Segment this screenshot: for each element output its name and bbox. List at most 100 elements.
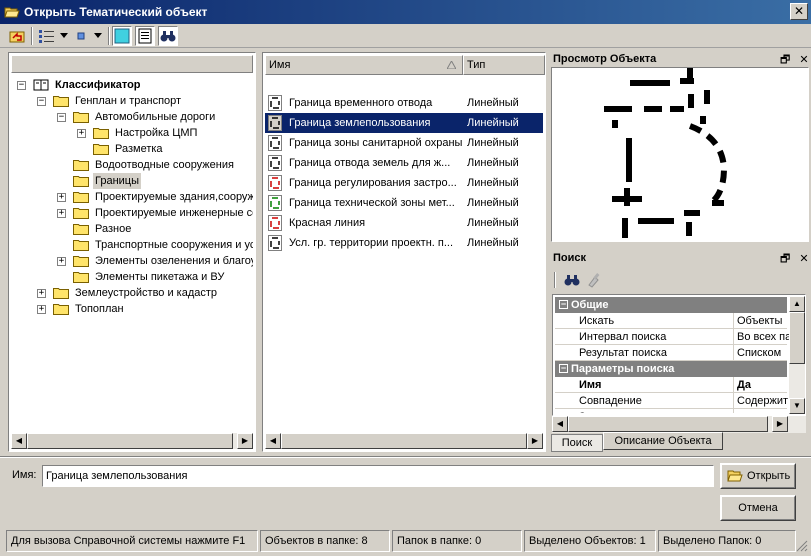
- property-category[interactable]: − Общие: [555, 297, 787, 313]
- description-icon: [138, 28, 152, 44]
- tree-item[interactable]: − Автомобильные дороги: [11, 109, 253, 125]
- open-button[interactable]: Открыть: [720, 463, 796, 489]
- list-item[interactable]: Красная линия Линейный: [265, 213, 543, 233]
- grid-vertical-scrollbar[interactable]: ▲ ▼: [789, 296, 805, 414]
- collapse-icon[interactable]: −: [37, 97, 46, 106]
- scroll-left-button[interactable]: ◀: [552, 416, 568, 432]
- clear-search-icon[interactable]: [586, 272, 602, 288]
- tree-item[interactable]: + Землеустройство и кадастр: [11, 285, 253, 301]
- list-item[interactable]: Граница регулирования застро... Линейный: [265, 173, 543, 193]
- expand-icon[interactable]: +: [37, 305, 46, 314]
- folder-icon: [53, 288, 69, 299]
- tree-item[interactable]: + Топоплан: [11, 301, 253, 317]
- property-key: Значение: [579, 409, 628, 413]
- tree-item[interactable]: + Проектируемые здания,сооруж: [11, 189, 253, 205]
- tree-item-label: Разное: [95, 223, 132, 235]
- tab-search[interactable]: Поиск: [551, 434, 603, 452]
- list-item[interactable]: Граница отвода земель для ж... Линейный: [265, 153, 543, 173]
- sort-ascending-icon: [447, 61, 456, 69]
- tree-item[interactable]: + Проектируемые инженерные се: [11, 205, 253, 221]
- tree-item[interactable]: − Классификатор: [11, 77, 253, 93]
- list-item[interactable]: Граница временного отвода Линейный: [265, 93, 543, 113]
- find-icon[interactable]: [564, 273, 580, 287]
- property-category-label: Параметры поиска: [571, 363, 675, 375]
- list-item[interactable]: Усл. гр. территории проектн. п... Линейны…: [265, 233, 543, 253]
- name-input[interactable]: [42, 465, 714, 487]
- list-item-name: Граница отвода земель для ж...: [289, 157, 451, 169]
- scroll-right-button[interactable]: ▶: [237, 433, 253, 449]
- tree-item[interactable]: Разметка: [11, 141, 253, 157]
- property-row[interactable]: Результат поиска Списком: [555, 345, 787, 361]
- tree-item[interactable]: + Элементы озеленения и благоу: [11, 253, 253, 269]
- list-item[interactable]: Граница землепользования Линейный: [265, 113, 543, 133]
- property-header-row: Имя Да: [555, 377, 787, 393]
- tree-item-label: Генплан и транспорт: [75, 95, 182, 107]
- list-item-name: Граница регулирования застро...: [289, 177, 457, 189]
- view-mode-dropdown[interactable]: [36, 26, 70, 46]
- property-value[interactable]: Во всех пап: [733, 329, 789, 345]
- tree-item[interactable]: Границы: [11, 173, 253, 189]
- small-icons-dropdown[interactable]: [72, 26, 106, 46]
- property-row[interactable]: Искать Объекты: [555, 313, 787, 329]
- expand-icon[interactable]: +: [57, 209, 66, 218]
- list-item[interactable]: Граница технической зоны мет... Линейный: [265, 193, 543, 213]
- tree-item[interactable]: Элементы пикетажа и ВУ: [11, 269, 253, 285]
- expand-icon[interactable]: +: [77, 129, 86, 138]
- expand-icon[interactable]: +: [37, 289, 46, 298]
- open-folder-icon: [4, 7, 20, 18]
- description-toggle-button[interactable]: [135, 26, 155, 46]
- close-window-button[interactable]: ✕: [790, 3, 808, 20]
- tab-object-description[interactable]: Описание Объекта: [603, 432, 723, 450]
- list-item-type: Линейный: [467, 117, 519, 129]
- collapse-icon[interactable]: −: [559, 364, 568, 373]
- scroll-right-button[interactable]: ▶: [772, 416, 788, 432]
- scroll-thumb[interactable]: [789, 312, 805, 364]
- grid-horizontal-scrollbar[interactable]: ◀ ▶: [552, 416, 806, 433]
- search-toolbar: [552, 268, 808, 292]
- collapse-icon[interactable]: −: [17, 81, 26, 90]
- scroll-right-button[interactable]: ▶: [527, 433, 543, 449]
- property-value[interactable]: Списком: [733, 345, 789, 361]
- scroll-thumb[interactable]: [281, 433, 527, 449]
- scroll-left-button[interactable]: ◀: [11, 433, 27, 449]
- expand-icon[interactable]: +: [57, 257, 66, 266]
- open-folder-icon: [727, 470, 743, 482]
- property-value[interactable]: Объекты: [733, 313, 789, 329]
- tree-item[interactable]: Водоотводные сооружения: [11, 157, 253, 173]
- restore-pane-button[interactable]: 🗗: [780, 253, 790, 265]
- property-value[interactable]: Содержит: [733, 393, 789, 409]
- column-header-name[interactable]: Имя: [265, 55, 463, 75]
- tree-item[interactable]: − Генплан и транспорт: [11, 93, 253, 109]
- property-row[interactable]: Совпадение Содержит: [555, 393, 789, 409]
- find-button[interactable]: [158, 26, 178, 46]
- up-folder-button[interactable]: [6, 26, 28, 46]
- tree-item[interactable]: Разное: [11, 221, 253, 237]
- preview-toggle-button[interactable]: [112, 26, 132, 46]
- scroll-thumb[interactable]: [27, 433, 233, 449]
- collapse-icon[interactable]: −: [57, 113, 66, 122]
- property-value[interactable]: [733, 409, 789, 413]
- scroll-left-button[interactable]: ◀: [265, 433, 281, 449]
- close-pane-button[interactable]: ✕: [799, 54, 808, 66]
- scroll-down-button[interactable]: ▼: [789, 398, 805, 414]
- close-pane-button[interactable]: ✕: [799, 253, 808, 265]
- folder-icon: [73, 272, 89, 283]
- tree-horizontal-scrollbar[interactable]: ◀ ▶: [11, 433, 253, 449]
- line-object-icon: [268, 175, 282, 191]
- toolbar: [0, 24, 811, 48]
- resize-grip-icon[interactable]: [796, 540, 808, 552]
- tree-item[interactable]: + Настройка ЦМП: [11, 125, 253, 141]
- property-row[interactable]: Значение: [555, 409, 787, 413]
- cancel-button[interactable]: Отмена: [720, 495, 796, 521]
- collapse-icon[interactable]: −: [559, 300, 568, 309]
- column-header-type[interactable]: Тип: [463, 55, 545, 75]
- scroll-up-button[interactable]: ▲: [789, 296, 805, 312]
- list-item[interactable]: Граница зоны санитарной охраны Линейный: [265, 133, 543, 153]
- tree-item[interactable]: Транспортные сооружения и ус: [11, 237, 253, 253]
- restore-pane-button[interactable]: 🗗: [780, 54, 790, 66]
- scroll-thumb[interactable]: [568, 416, 768, 432]
- list-horizontal-scrollbar[interactable]: ◀ ▶: [265, 433, 543, 449]
- property-row[interactable]: Интервал поиска Во всех пап: [555, 329, 789, 345]
- property-category[interactable]: − Параметры поиска: [555, 361, 787, 377]
- expand-icon[interactable]: +: [57, 193, 66, 202]
